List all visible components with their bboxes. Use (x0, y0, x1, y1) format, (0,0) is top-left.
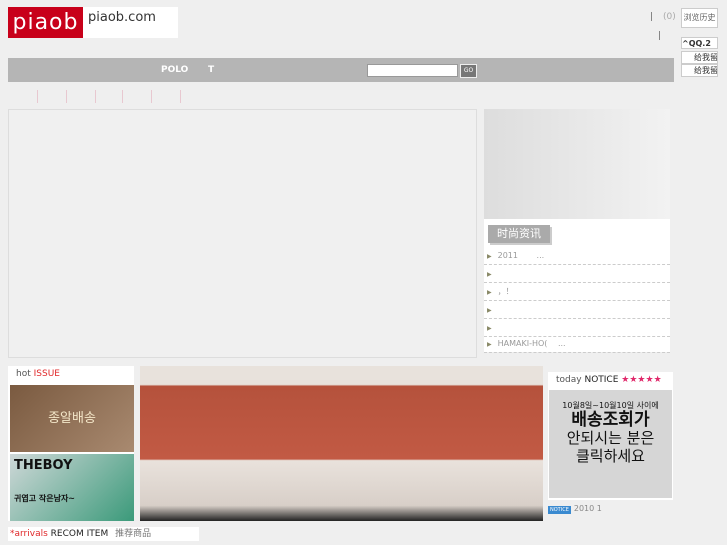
divider (66, 90, 67, 103)
hot-title: hot ISSUE (16, 369, 60, 379)
list-item[interactable]: ▶ (484, 301, 670, 319)
nav-polo[interactable]: POLO (161, 65, 188, 75)
news-panel: 时尚资讯 ▶ 2011 ... ▶ ▶，！ ▶ ▶ ▶ HAMAKI-HO( ... (484, 219, 670, 353)
divider: | (650, 12, 654, 22)
qq-widget[interactable]: ^QQ.2 (681, 37, 718, 49)
logo[interactable]: piaob (8, 7, 83, 38)
news-title: 时尚资讯 (488, 225, 550, 243)
message-button[interactable]: 给我留言 (681, 51, 718, 64)
message-button[interactable]: 给我留言 (681, 64, 718, 77)
model-photo[interactable] (484, 109, 670, 219)
arrivals-header: *arrivals RECOM ITEM 推荐商品 (8, 527, 199, 541)
divider (151, 90, 152, 103)
nav-t[interactable]: T (208, 65, 214, 75)
divider (95, 90, 96, 103)
nav-bar: POLO T GO (8, 58, 674, 82)
history-button[interactable]: 浏览历史 (681, 8, 718, 28)
search-input[interactable] (367, 64, 458, 77)
main-slideshow[interactable] (8, 109, 477, 358)
notice-banner[interactable]: 10월8일~10월10일 사이에 배송조회가 안되시는 분은 클릭하세요 (549, 390, 672, 498)
notice-item[interactable]: NOTICE 2010 1 (548, 504, 602, 514)
go-button[interactable]: GO (460, 64, 477, 78)
list-item[interactable]: ▶ 2011 ... (484, 247, 670, 265)
notice-panel: today NOTICE ★★★★★ 10월8일~10월10일 사이에 배송조회… (548, 372, 673, 500)
cart-count[interactable]: (0) (663, 12, 676, 22)
list-item[interactable]: ▶ (484, 265, 670, 283)
hot-issue-panel: hot ISSUE 종알배송 THEBOY 귀엽고 작은남자~ (8, 366, 134, 521)
main-banner[interactable] (140, 366, 543, 521)
notice-badge: NOTICE (548, 506, 571, 514)
notice-title: today NOTICE ★★★★★ (556, 375, 662, 385)
promo-banner[interactable]: 종알배송 (10, 385, 134, 452)
theboy-banner[interactable]: THEBOY 귀엽고 작은남자~ (10, 454, 134, 521)
divider (37, 90, 38, 103)
divider (122, 90, 123, 103)
list-item[interactable]: ▶ HAMAKI-HO( ... (484, 335, 670, 353)
logo-text[interactable]: piaob.com (83, 7, 178, 38)
divider: | (658, 31, 662, 41)
list-item[interactable]: ▶，！ (484, 283, 670, 301)
divider (180, 90, 181, 103)
